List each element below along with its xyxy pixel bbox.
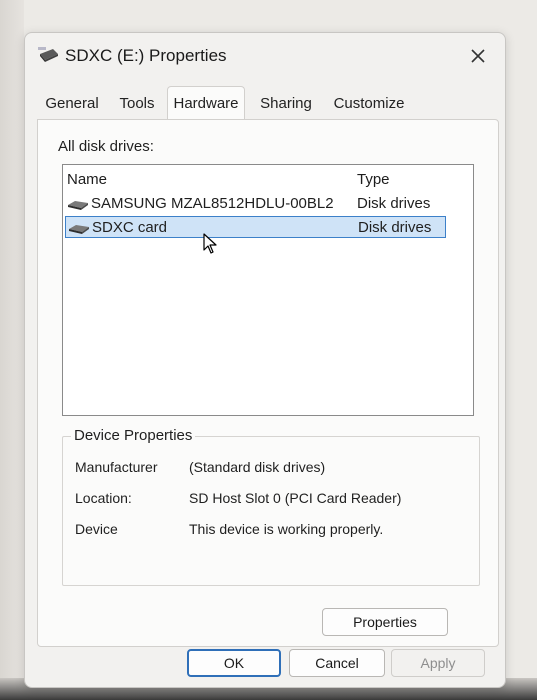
row-name: SDXC card <box>92 219 168 236</box>
device-properties-button[interactable]: Properties <box>322 608 448 636</box>
cancel-button[interactable]: Cancel <box>289 649 385 677</box>
tab-sharing[interactable]: Sharing <box>251 89 321 117</box>
tab-hardware[interactable]: Hardware <box>167 86 245 119</box>
mouse-cursor-icon <box>203 233 219 255</box>
drive-icon <box>37 45 59 63</box>
row-type: Disk drives <box>357 195 431 212</box>
tab-strip: General Tools Hardware Sharing Customize <box>37 86 497 119</box>
tab-customize[interactable]: Customize <box>327 89 411 117</box>
manufacturer-label: Manufacturer <box>75 459 158 475</box>
column-header-name[interactable]: Name <box>67 171 107 188</box>
tab-tools[interactable]: Tools <box>111 89 163 117</box>
disk-drive-icon <box>67 198 89 210</box>
disk-drive-icon <box>68 222 90 234</box>
list-row-sdxc-card[interactable]: SDXC card Disk drives <box>65 216 446 238</box>
all-disk-drives-label: All disk drives: <box>58 138 154 155</box>
column-header-type[interactable]: Type <box>357 171 390 188</box>
close-button[interactable] <box>461 41 495 71</box>
row-name: SAMSUNG MZAL8512HDLU-00BL2 <box>91 195 334 212</box>
hardware-panel: All disk drives: Name Type SAMSUNG MZAL8… <box>37 119 499 647</box>
location-value: SD Host Slot 0 (PCI Card Reader) <box>189 490 402 506</box>
title-bar: SDXC (E:) Properties <box>25 33 505 79</box>
row-type: Disk drives <box>358 219 432 236</box>
location-label: Location: <box>75 490 132 506</box>
background-edge <box>0 0 24 700</box>
device-status-value: This device is working properly. <box>189 521 384 537</box>
close-icon <box>471 49 485 63</box>
manufacturer-value: (Standard disk drives) <box>189 459 326 475</box>
device-properties-group: Device Properties Manufacturer (Standard… <box>62 427 480 586</box>
device-properties-title: Device Properties <box>71 427 196 444</box>
device-status-label: Device <box>75 521 118 537</box>
tab-general[interactable]: General <box>37 89 107 117</box>
list-row-samsung[interactable]: SAMSUNG MZAL8512HDLU-00BL2 Disk drives <box>65 193 446 215</box>
ok-button[interactable]: OK <box>187 649 281 677</box>
disk-drives-list[interactable]: Name Type SAMSUNG MZAL8512HDLU-00BL2 Dis… <box>62 164 474 416</box>
apply-button[interactable]: Apply <box>391 649 485 677</box>
properties-dialog: SDXC (E:) Properties General Tools Hardw… <box>24 32 506 688</box>
window-title: SDXC (E:) Properties <box>65 46 227 65</box>
